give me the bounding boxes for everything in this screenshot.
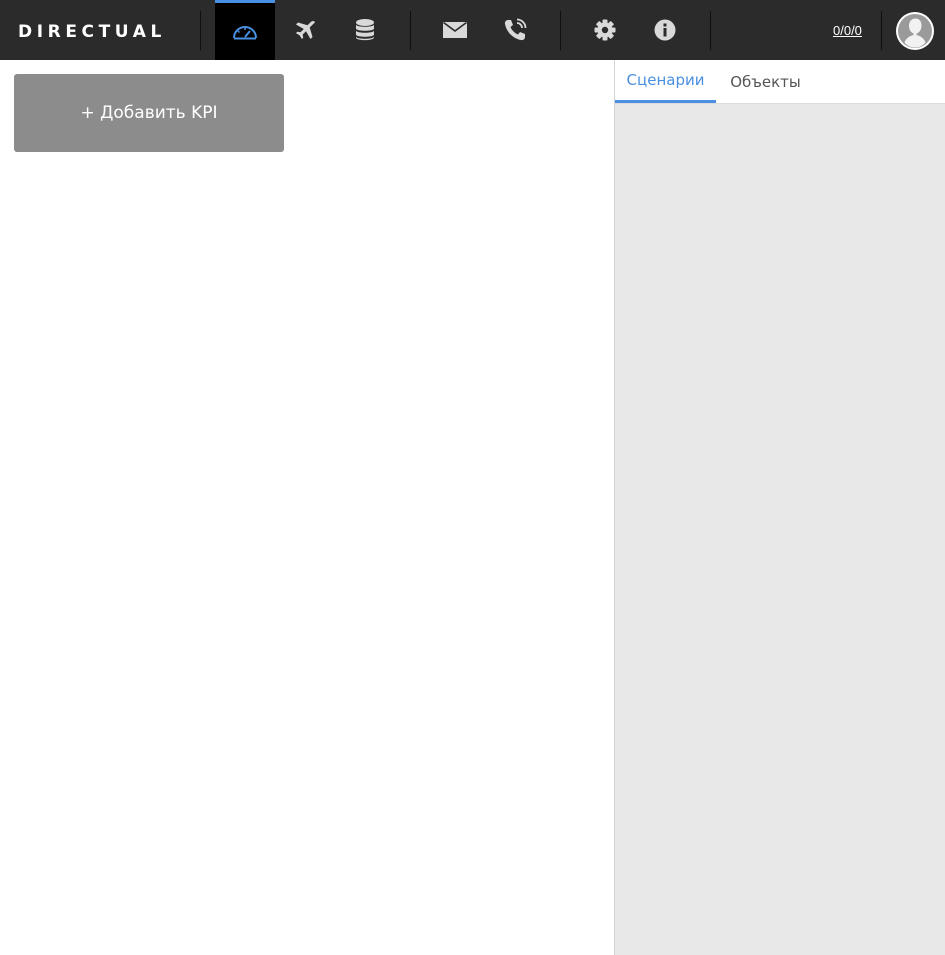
tab-scenarios[interactable]: Сценарии [615, 60, 716, 103]
nav-separator [410, 11, 411, 50]
nav-database-button[interactable] [335, 0, 395, 60]
plane-icon [293, 18, 317, 42]
info-icon [654, 19, 676, 41]
nav-info-button[interactable] [635, 0, 695, 60]
database-icon [355, 18, 375, 42]
right-panel-tabs: Сценарии Объекты [615, 60, 945, 104]
top-navigation-bar: DIRECTUAL 0/0/0 [0, 0, 945, 60]
nav-deploy-button[interactable] [275, 0, 335, 60]
phone-icon [502, 17, 528, 43]
nav-separator [710, 11, 711, 50]
directual-logo[interactable]: DIRECTUAL [18, 22, 166, 42]
mail-icon [443, 22, 467, 38]
nav-dashboard-button[interactable] [215, 0, 275, 60]
tab-objects[interactable]: Объекты [716, 60, 815, 103]
nav-separator [560, 11, 561, 50]
nav-phone-button[interactable] [485, 0, 545, 60]
user-silhouette-icon [896, 14, 934, 50]
right-panel: Сценарии Объекты [614, 60, 945, 955]
avatar[interactable] [896, 12, 934, 50]
gear-icon [594, 19, 616, 41]
counter-link[interactable]: 0/0/0 [833, 23, 862, 38]
add-kpi-button[interactable]: + Добавить KPI [14, 74, 284, 152]
dashboard-gauge-icon [232, 22, 258, 42]
nav-settings-button[interactable] [575, 0, 635, 60]
nav-mail-button[interactable] [425, 0, 485, 60]
nav-separator [881, 11, 882, 50]
nav-separator [200, 11, 201, 50]
